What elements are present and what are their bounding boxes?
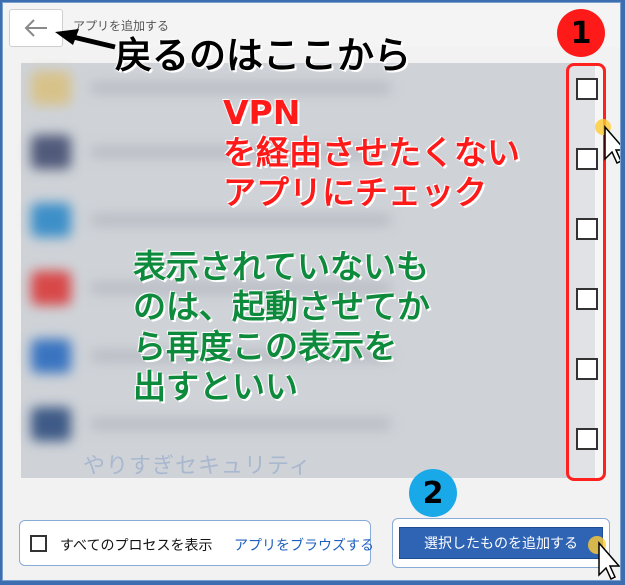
arrow-left-icon [24,19,47,37]
annotation-back-hint: 戻るのはここから [115,34,411,77]
watermark: やりすぎセキュリティ [83,454,312,479]
app-checkbox[interactable] [576,288,598,310]
cursor-icon [588,536,620,580]
show-all-processes-checkbox[interactable] [30,535,47,552]
app-checkbox[interactable] [576,358,598,380]
app-checkbox[interactable] [576,78,598,100]
show-all-processes-label[interactable]: すべてのプロセスを表示 [60,535,212,555]
browse-apps-link[interactable]: アプリをブラウズする [234,535,374,555]
step-badge-2: 2 [409,469,457,517]
add-app-dialog: アプリを追加する やりすぎセキュリティ VPN を経由させたくない アプリにチェ… [2,2,621,581]
annotation-red-text: VPN を経由させたくない アプリにチェック [223,93,520,212]
cursor-icon [595,119,620,165]
annotation-green-text: 表示されていないも のは、起動させてか ら再度この表示を 出すといい [133,247,430,406]
dialog-footer: すべてのプロセスを表示 アプリをブラウズする 選択したものを追加する [3,498,620,580]
show-all-processes-group: すべてのプロセスを表示 アプリをブラウズする [19,520,374,566]
app-checkbox[interactable] [576,428,598,450]
step-badge-1: 1 [557,9,605,57]
add-selected-button[interactable]: 選択したものを追加する [399,527,603,559]
app-checkbox[interactable] [576,218,598,240]
annotation-arrow-icon [55,29,116,50]
add-selected-group: 選択したものを追加する [392,518,610,568]
